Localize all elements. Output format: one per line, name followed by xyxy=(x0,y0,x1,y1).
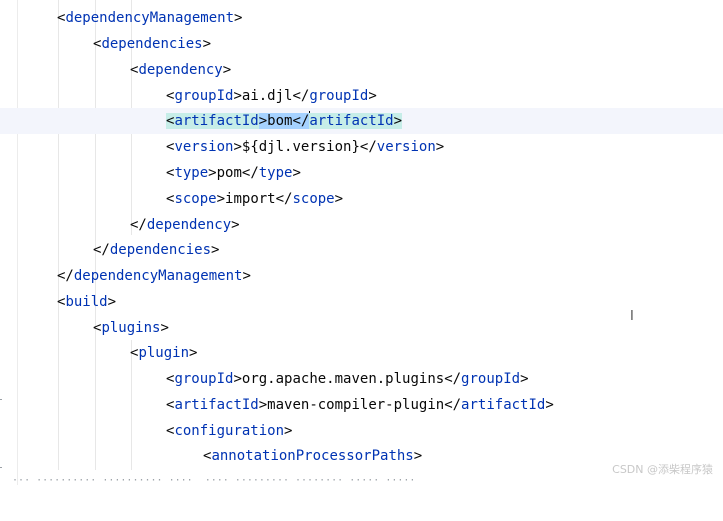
xml-punct: > xyxy=(233,139,242,155)
xml-tag-name: build xyxy=(65,294,108,310)
code-line: <type>pom</type> xyxy=(0,160,723,186)
code-line: <version>${djl.version}</version> xyxy=(0,134,723,160)
xml-punct: > xyxy=(234,10,243,26)
xml-punct: > xyxy=(334,191,344,207)
xml-punct: > xyxy=(520,371,529,387)
xml-punct: </ xyxy=(93,242,110,258)
code-line: <configuration> xyxy=(0,418,723,444)
xml-tag-name: type xyxy=(258,165,293,181)
xml-tag-name: dependencyManagement xyxy=(65,10,235,26)
xml-punct: > xyxy=(393,113,403,129)
xml-punct: > xyxy=(202,36,212,52)
xml-punct: > xyxy=(545,397,554,413)
xml-punct: > xyxy=(231,217,240,233)
xml-text-value: ${djl.version} xyxy=(241,139,360,155)
xml-tag-name: groupId xyxy=(309,88,369,104)
xml-text-value: pom xyxy=(216,165,242,181)
xml-punct: > xyxy=(189,345,198,361)
xml-punct: > xyxy=(284,423,293,439)
code-line: <dependencyManagement> xyxy=(0,5,723,31)
code-line: <groupId>ai.djl</groupId> xyxy=(0,83,723,109)
code-line: <plugins> xyxy=(0,315,723,341)
xml-punct: > xyxy=(216,191,226,207)
selected-text: bom xyxy=(267,113,293,129)
xml-tag-name: annotationProcessorPaths xyxy=(211,448,414,464)
code-line: <groupId>org.apache.maven.plugins</group… xyxy=(0,366,723,392)
xml-tag-name: type xyxy=(174,165,209,181)
xml-tag-name: artifactId xyxy=(174,397,259,413)
xml-tag-name: groupId xyxy=(174,371,234,387)
xml-punct: > xyxy=(242,268,251,284)
xml-tag-name: configuration xyxy=(174,423,285,439)
xml-punct: </ xyxy=(241,165,259,181)
xml-punct: > xyxy=(435,139,445,155)
mouse-cursor-icon: I xyxy=(630,309,634,324)
xml-tag-name: dependency xyxy=(146,217,232,233)
xml-punct: </ xyxy=(444,397,462,413)
code-line: <build> xyxy=(0,289,723,315)
xml-punct: > xyxy=(107,294,117,310)
xml-tag-name: plugins xyxy=(101,320,161,336)
xml-punct: > xyxy=(368,88,377,104)
xml-text-value: ai.djl xyxy=(241,88,293,104)
xml-punct: > xyxy=(258,397,268,413)
xml-punct: </ xyxy=(275,191,293,207)
xml-punct: > xyxy=(160,320,169,336)
xml-punct: </ xyxy=(130,217,147,233)
xml-tag-name: artifactId xyxy=(461,397,546,413)
code-line: <dependency> xyxy=(0,57,723,83)
xml-punct: </ xyxy=(292,88,310,104)
cut-off-line: ··· ·········· ·········· ···· ···· ····… xyxy=(0,477,416,485)
code-line: <scope>import</scope> xyxy=(0,186,723,212)
code-line: <dependencies> xyxy=(0,31,723,57)
xml-tag-name: version xyxy=(174,139,234,155)
xml-punct: </ xyxy=(444,371,462,387)
xml-text-value: maven-compiler-plugin xyxy=(267,397,445,413)
code-line: </dependencies> xyxy=(0,237,723,263)
xml-punct: </ xyxy=(359,139,377,155)
xml-punct: > xyxy=(222,62,232,78)
code-line: </dependencyManagement> xyxy=(0,263,723,289)
xml-punct: > xyxy=(233,371,242,387)
xml-tag-name: artifactId xyxy=(174,113,259,129)
xml-punct: > xyxy=(208,165,217,181)
xml-tag-name: scope xyxy=(174,191,217,207)
code-line: </dependency> xyxy=(0,212,723,238)
current-code-line: <artifactId>bom</artifactId> xyxy=(0,108,723,134)
xml-punct: </ xyxy=(57,268,74,284)
xml-tag-name: version xyxy=(376,139,436,155)
xml-tag-name: artifactId xyxy=(309,113,394,129)
xml-punct: > xyxy=(211,242,220,258)
xml-tag-name: dependency xyxy=(138,62,223,78)
xml-punct: > xyxy=(233,88,242,104)
code-line: <artifactId>maven-compiler-plugin</artif… xyxy=(0,392,723,418)
xml-punct: > xyxy=(413,448,423,464)
xml-punct: </ xyxy=(292,113,310,129)
xml-tag-name: groupId xyxy=(461,371,521,387)
xml-tag-name: scope xyxy=(292,191,335,207)
xml-text-value: import xyxy=(225,191,276,207)
xml-tag-name: groupId xyxy=(174,88,234,104)
code-line: <plugin> xyxy=(0,340,723,366)
xml-tag-name: plugin xyxy=(138,345,190,361)
xml-tag-name: dependencies xyxy=(101,36,203,52)
xml-punct: > xyxy=(258,113,268,129)
watermark: CSDN @添柴程序猿 xyxy=(612,463,713,476)
xml-text-value: org.apache.maven.plugins xyxy=(241,371,445,387)
xml-punct: > xyxy=(292,165,301,181)
xml-tag-name: dependencies xyxy=(109,242,212,258)
xml-tag-name: dependencyManagement xyxy=(73,268,243,284)
